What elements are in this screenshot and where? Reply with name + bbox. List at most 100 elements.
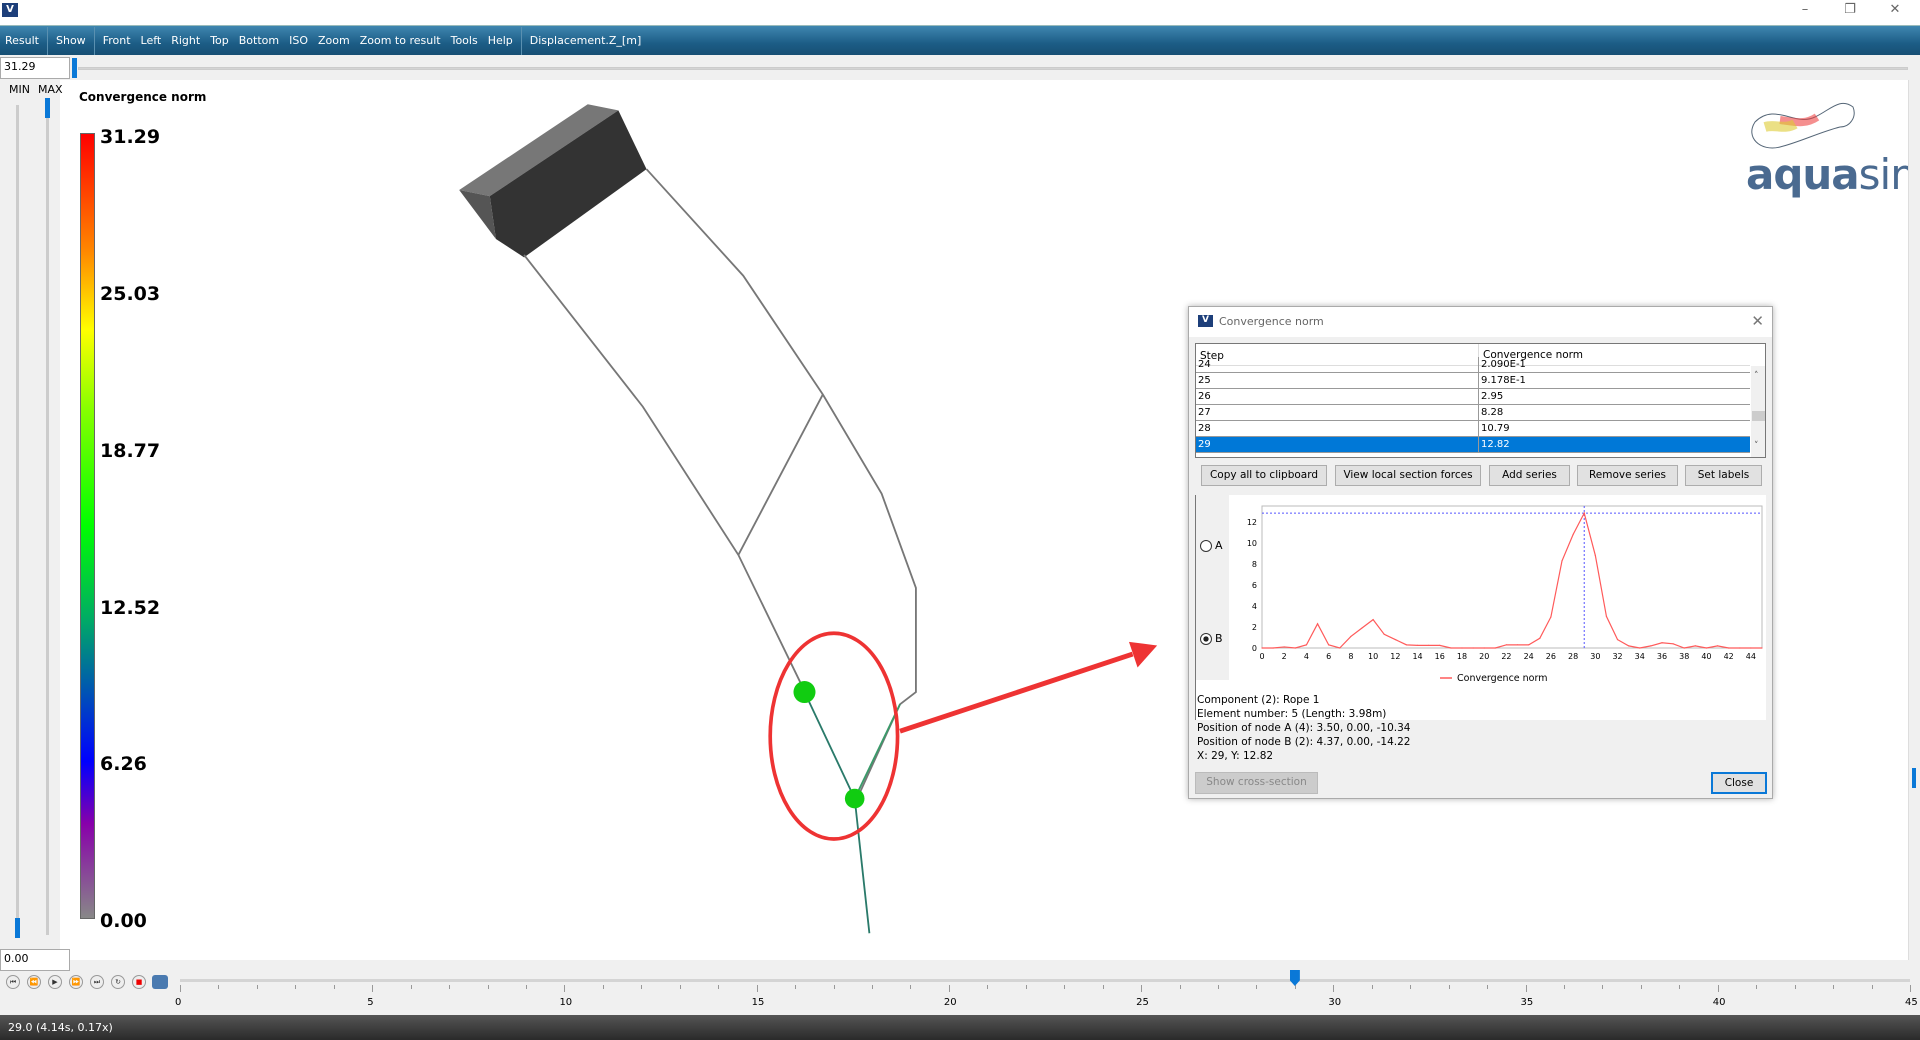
- table-row[interactable]: 28 10.79: [1196, 421, 1750, 437]
- dialog-title-bar: V Convergence norm ✕: [1189, 307, 1772, 337]
- data-point: [1550, 616, 1552, 618]
- timeline-tick: [564, 985, 566, 992]
- data-point: [1583, 512, 1585, 514]
- table-row[interactable]: 29 12.82: [1196, 437, 1750, 453]
- y-tick-label: 10: [1247, 539, 1257, 548]
- close-button[interactable]: Close: [1711, 772, 1767, 794]
- radio-b-circle[interactable]: [1200, 632, 1212, 645]
- scrollbar-handle[interactable]: [1912, 768, 1916, 788]
- data-point: [1405, 644, 1408, 646]
- data-point: [1761, 647, 1763, 649]
- convergence-chart[interactable]: 0246810120 2 4 6 8 10 12 14 16 18 20 22 24 26 28 30 32 34…: [1230, 495, 1767, 690]
- data-point: [1661, 642, 1663, 644]
- data-point: [1328, 644, 1330, 646]
- timeline-tick: [1487, 985, 1489, 989]
- dialog-close-icon[interactable]: ✕: [1751, 312, 1764, 330]
- add-series-button[interactable]: Add series: [1489, 465, 1570, 486]
- timeline-tick: [1141, 985, 1143, 992]
- rewind-icon[interactable]: ⏪: [27, 975, 41, 989]
- scroll-down-icon[interactable]: ˅: [1754, 441, 1759, 451]
- table-row[interactable]: 24 2.090E-1: [1196, 357, 1750, 373]
- camera-icon[interactable]: [152, 975, 168, 989]
- radio-node-b[interactable]: B: [1200, 632, 1223, 645]
- radio-node-a[interactable]: A: [1200, 539, 1223, 552]
- timeline-tick: [526, 985, 527, 989]
- timeline-label: 35: [1520, 997, 1534, 1008]
- data-point: [1261, 647, 1263, 649]
- timeline-tick: [1025, 985, 1027, 989]
- annotation-arrow: [899, 651, 1134, 734]
- timeline-tick: [1064, 985, 1066, 989]
- x-tick-label: 26: [1546, 652, 1556, 661]
- data-point: [1650, 645, 1652, 647]
- cell-step: 26: [1198, 391, 1211, 402]
- x-tick-label: 4: [1304, 652, 1309, 661]
- table-row[interactable]: 25 9.178E-1: [1196, 373, 1750, 389]
- timeline-tick: [1218, 985, 1219, 989]
- x-tick-label: 18: [1457, 652, 1467, 661]
- set-labels-button[interactable]: Set labels: [1685, 465, 1762, 486]
- data-point: [1461, 647, 1463, 649]
- x-tick-label: 0: [1259, 652, 1264, 661]
- y-tick-label: 4: [1252, 602, 1257, 611]
- data-point: [1616, 638, 1619, 641]
- record-icon[interactable]: ■: [132, 975, 146, 989]
- timeline-tick: [180, 985, 181, 992]
- min-value-input[interactable]: 0.00: [0, 949, 70, 971]
- view-local-section-forces-button[interactable]: View local section forces: [1335, 465, 1481, 486]
- table-row[interactable]: 26 2.95: [1196, 389, 1750, 405]
- cell-value: 9.178E-1: [1478, 373, 1526, 389]
- highlight-ellipse: [768, 631, 900, 841]
- data-point: [1672, 643, 1674, 645]
- loop-icon[interactable]: ↻: [111, 975, 125, 989]
- x-tick-label: 16: [1435, 652, 1445, 661]
- cell-step: 29: [1198, 439, 1211, 450]
- timeline-tick: [948, 985, 950, 992]
- scroll-thumb[interactable]: [1752, 411, 1765, 421]
- x-tick-label: 2: [1282, 652, 1287, 661]
- x-tick-label: 8: [1348, 652, 1353, 661]
- timeline-tick: [372, 985, 374, 992]
- data-point: [1628, 645, 1630, 647]
- vertical-scrollbar[interactable]: [1908, 80, 1920, 965]
- play-icon[interactable]: ▶: [48, 975, 62, 989]
- y-tick-label: 2: [1252, 623, 1257, 632]
- skip-start-icon[interactable]: ⏮: [6, 975, 20, 989]
- scroll-up-icon[interactable]: ˄: [1754, 371, 1759, 381]
- timeline-label: 45: [1905, 997, 1918, 1008]
- dialog-title: Convergence norm: [1219, 315, 1324, 328]
- timeline-tick: [1333, 985, 1335, 992]
- data-point: [1605, 615, 1608, 618]
- data-point: [1450, 647, 1452, 649]
- x-tick-label: 22: [1501, 652, 1511, 661]
- rope-element: [853, 703, 901, 799]
- timeline-tick: [1371, 985, 1373, 989]
- fast-forward-icon[interactable]: ⏩: [69, 975, 83, 989]
- data-point: [1372, 619, 1374, 621]
- results-table: Step Convergence norm 24 2.090E-1 25 9.178E…: [1195, 343, 1766, 458]
- x-tick-label: 32: [1612, 652, 1622, 661]
- x-tick-label: 20: [1479, 652, 1489, 661]
- data-point: [1316, 623, 1319, 625]
- table-scrollbar[interactable]: ˄ ˅: [1751, 366, 1765, 457]
- timeline-tick: [1679, 985, 1681, 989]
- x-tick-label: 30: [1590, 652, 1600, 661]
- radio-a-circle[interactable]: [1200, 539, 1212, 552]
- timeline-track[interactable]: [180, 979, 1910, 982]
- timeline-tick: [410, 985, 412, 989]
- table-row[interactable]: 27 8.28: [1196, 405, 1750, 421]
- data-point: [1294, 647, 1296, 649]
- timeline-tick: [1602, 985, 1604, 989]
- timeline-tick: [1179, 985, 1181, 989]
- copy-to-clipboard-button[interactable]: Copy all to clipboard: [1201, 465, 1327, 486]
- convergence-norm-dialog: V Convergence norm ✕ Step Convergence no…: [1188, 306, 1773, 799]
- data-point: [1539, 637, 1541, 639]
- timeline-tick: [1102, 985, 1104, 989]
- remove-series-button[interactable]: Remove series: [1577, 465, 1678, 486]
- show-cross-section-button[interactable]: Show cross-section: [1195, 772, 1318, 794]
- timeline-tick: [679, 985, 681, 989]
- skip-end-icon[interactable]: ⏭: [90, 975, 104, 989]
- x-tick-label: 44: [1746, 652, 1756, 661]
- timeline-tick: [795, 985, 797, 989]
- timeline-label: 20: [943, 997, 957, 1008]
